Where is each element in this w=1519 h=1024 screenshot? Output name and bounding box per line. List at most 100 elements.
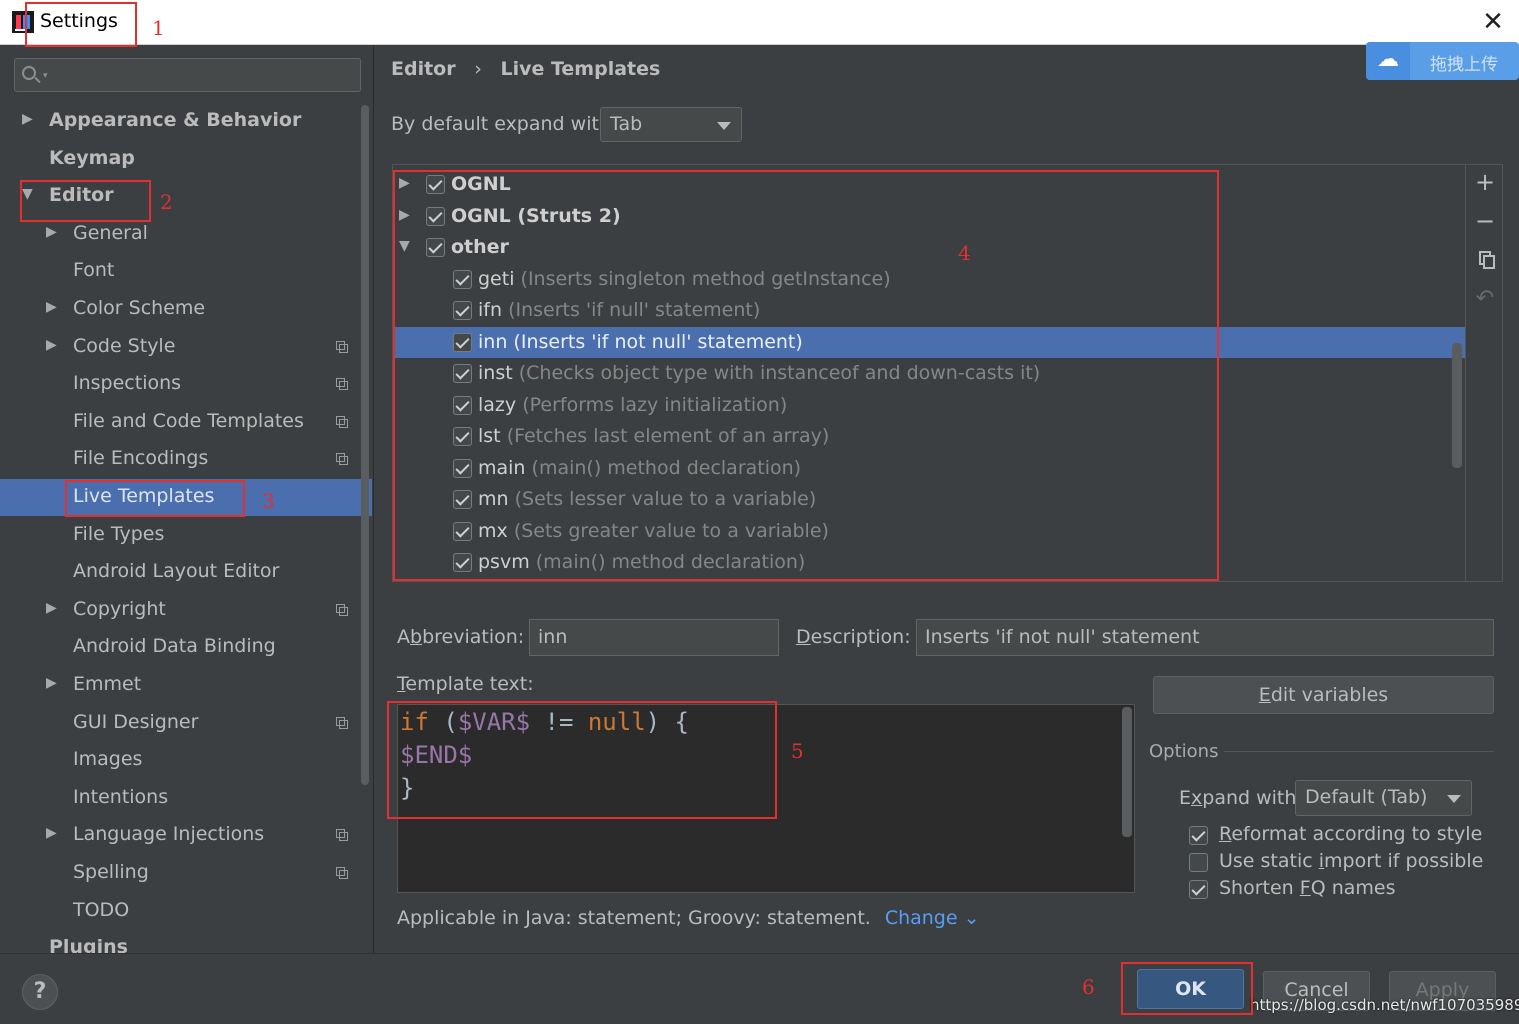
breadcrumb-editor[interactable]: Editor: [391, 58, 456, 80]
sidebar-item-gui-designer[interactable]: GUI Designer: [0, 705, 372, 742]
template-text-label: Template text:: [397, 673, 534, 695]
sidebar-item-label: General: [73, 221, 148, 244]
collapsed-arrow-icon[interactable]: ▶: [46, 224, 57, 240]
sidebar-scrollbar[interactable]: [361, 105, 369, 785]
sidebar-item-file-encodings[interactable]: File Encodings: [0, 441, 372, 478]
abbreviation-field[interactable]: inn: [529, 619, 779, 656]
option-checkbox[interactable]: [1189, 853, 1208, 872]
sidebar-item-label: Images: [73, 748, 143, 771]
sidebar-item-inspections[interactable]: Inspections: [0, 366, 372, 403]
sidebar-item-file-and-code-templates[interactable]: File and Code Templates: [0, 404, 372, 441]
sidebar-item-spelling[interactable]: Spelling: [0, 855, 372, 892]
sidebar-item-label: Android Data Binding: [73, 635, 276, 658]
options-label: Options: [1149, 741, 1219, 762]
annotation-number-5: 5: [791, 739, 804, 763]
sidebar-item-label: Intentions: [73, 785, 169, 808]
sidebar-item-label: Copyright: [73, 597, 166, 620]
expand-with-value: Default (Tab): [1305, 786, 1428, 808]
collapsed-arrow-icon[interactable]: ▶: [46, 337, 57, 353]
sidebar-item-label: TODO: [73, 898, 130, 921]
sidebar-item-label: Color Scheme: [73, 297, 206, 319]
templates-toolbar: + − ↶: [1465, 164, 1503, 582]
option-label: Reformat according to style: [1219, 823, 1483, 845]
breadcrumb: Editor › Live Templates: [391, 58, 672, 80]
undo-icon[interactable]: ↶: [1474, 288, 1496, 310]
applicable-text: Applicable in Java: statement; Groovy: s…: [397, 907, 871, 929]
collapsed-arrow-icon[interactable]: ▶: [46, 825, 57, 841]
sidebar-item-android-data-binding[interactable]: Android Data Binding: [0, 629, 372, 666]
annotation-number-2: 2: [160, 190, 173, 214]
sidebar-item-plugins[interactable]: Plugins: [0, 930, 372, 953]
annotation-number-6: 6: [1082, 975, 1095, 999]
sidebar-item-label: Inspections: [73, 372, 182, 395]
annotation-box-1: [25, 2, 137, 47]
expand-with-select[interactable]: Default (Tab): [1295, 780, 1472, 816]
option-checkbox-row[interactable]: Shorten FQ names: [1189, 877, 1489, 903]
project-scope-icon: [336, 340, 349, 354]
annotation-number-3: 3: [262, 489, 275, 513]
collapsed-arrow-icon[interactable]: ▶: [22, 111, 33, 127]
sidebar-item-font[interactable]: Font: [0, 253, 372, 290]
title-bar: Settings ✕: [0, 0, 1519, 45]
annotation-number-4: 4: [958, 241, 971, 265]
project-scope-icon: [336, 603, 349, 617]
search-input[interactable]: ▾: [14, 58, 361, 92]
sidebar-item-keymap[interactable]: Keymap: [0, 141, 372, 178]
default-expand-select[interactable]: Tab: [600, 107, 742, 142]
sidebar-item-label: Keymap: [49, 146, 135, 169]
expand-with-label: Expand with: [1179, 787, 1297, 809]
sidebar-item-intentions[interactable]: Intentions: [0, 780, 372, 817]
sidebar-item-file-types[interactable]: File Types: [0, 517, 372, 554]
upload-badge[interactable]: ☁ 拖拽上传: [1366, 42, 1519, 80]
collapsed-arrow-icon[interactable]: ▶: [46, 675, 57, 691]
remove-icon[interactable]: −: [1474, 209, 1496, 233]
copy-icon[interactable]: [1474, 249, 1496, 271]
sidebar-item-label: Language Injections: [73, 823, 265, 846]
sidebar-item-appearance-behavior[interactable]: ▶ Appearance & Behavior: [0, 103, 372, 140]
option-label: Shorten FQ names: [1219, 877, 1396, 899]
annotation-number-1: 1: [152, 16, 165, 40]
sidebar-item-label: File Types: [73, 522, 165, 545]
close-icon[interactable]: ✕: [1478, 8, 1508, 38]
sidebar-item-images[interactable]: Images: [0, 742, 372, 779]
tree-scrollbar[interactable]: [1452, 343, 1462, 468]
sidebar-item-todo[interactable]: TODO: [0, 893, 372, 930]
sidebar-item-label: Emmet: [73, 673, 142, 695]
change-context-link[interactable]: Change ⌄: [885, 907, 980, 929]
editor-scrollbar[interactable]: [1122, 707, 1132, 837]
sidebar-item-label: Spelling: [73, 861, 149, 883]
collapsed-arrow-icon[interactable]: ▶: [46, 600, 57, 616]
sidebar-item-copyright[interactable]: ▶ Copyright: [0, 592, 372, 629]
breadcrumb-separator-icon: ›: [474, 58, 482, 80]
sidebar-item-label: Appearance & Behavior: [49, 109, 302, 131]
collapsed-arrow-icon[interactable]: ▶: [46, 299, 57, 315]
option-checkbox-row[interactable]: Use static import if possible: [1189, 850, 1489, 876]
edit-variables-button[interactable]: Edit variables: [1153, 676, 1494, 714]
cloud-icon: ☁: [1366, 42, 1410, 80]
default-expand-label: By default expand with: [391, 113, 611, 135]
annotation-box-2: [20, 180, 151, 222]
option-checkbox[interactable]: [1189, 826, 1208, 845]
option-checkbox[interactable]: [1189, 880, 1208, 899]
sidebar-item-label: Font: [73, 259, 115, 282]
add-icon[interactable]: +: [1474, 170, 1496, 194]
project-scope-icon: [336, 716, 349, 730]
sidebar-item-emmet[interactable]: ▶ Emmet: [0, 667, 372, 704]
help-button[interactable]: ?: [22, 974, 58, 1010]
description-field[interactable]: Inserts 'if not null' statement: [916, 619, 1494, 656]
annotation-box-5: [387, 701, 777, 819]
sidebar-item-label: GUI Designer: [73, 710, 199, 733]
project-scope-icon: [336, 453, 349, 466]
sidebar-item-language-injections[interactable]: ▶ Language Injections: [0, 817, 372, 854]
chevron-down-icon: [1447, 795, 1461, 803]
sidebar-item-label: Code Style: [73, 334, 176, 357]
sidebar-item-android-layout-editor[interactable]: Android Layout Editor: [0, 554, 372, 591]
watermark-url: https://blog.csdn.net/nwf1070359898: [1250, 996, 1519, 1014]
sidebar-item-label: File Encodings: [73, 447, 209, 470]
sidebar-item-code-style[interactable]: ▶ Code Style: [0, 329, 372, 366]
breadcrumb-current: Live Templates: [500, 58, 661, 80]
project-scope-icon: [336, 378, 349, 391]
abbreviation-label: Abbreviation:: [397, 626, 525, 648]
sidebar-item-color-scheme[interactable]: ▶ Color Scheme: [0, 291, 372, 328]
option-checkbox-row[interactable]: Reformat according to style: [1189, 823, 1489, 849]
